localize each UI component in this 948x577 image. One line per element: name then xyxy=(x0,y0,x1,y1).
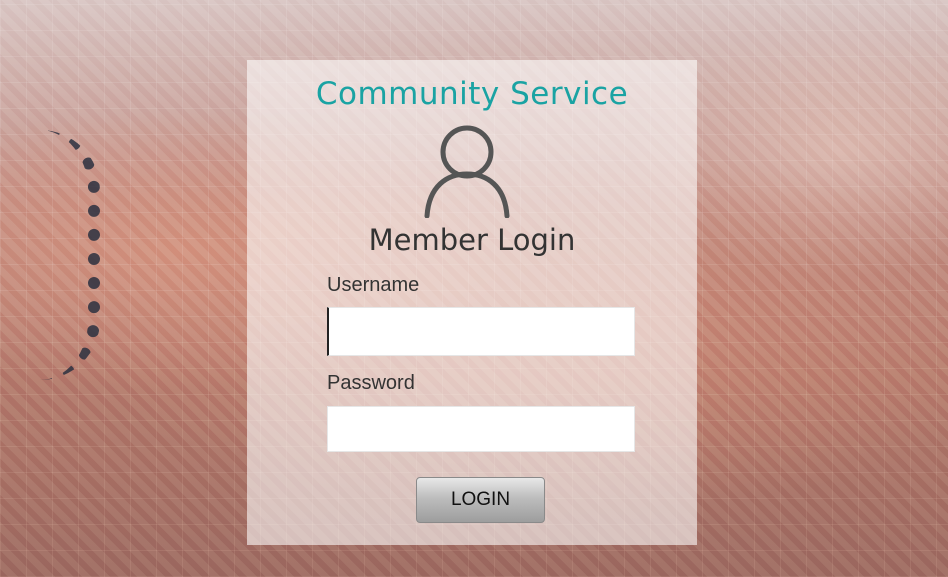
app-title: Community Service xyxy=(315,76,629,112)
username-label: Username xyxy=(327,274,420,296)
username-input[interactable] xyxy=(327,307,635,356)
password-label: Password xyxy=(327,372,415,394)
member-login-heading: Member Login xyxy=(368,223,576,257)
login-button[interactable]: LOGIN xyxy=(416,477,545,523)
bracelet-decoration xyxy=(30,130,100,380)
login-panel: Community Service Member Login Username … xyxy=(247,60,697,545)
password-input[interactable] xyxy=(327,406,635,452)
user-icon xyxy=(424,125,510,218)
